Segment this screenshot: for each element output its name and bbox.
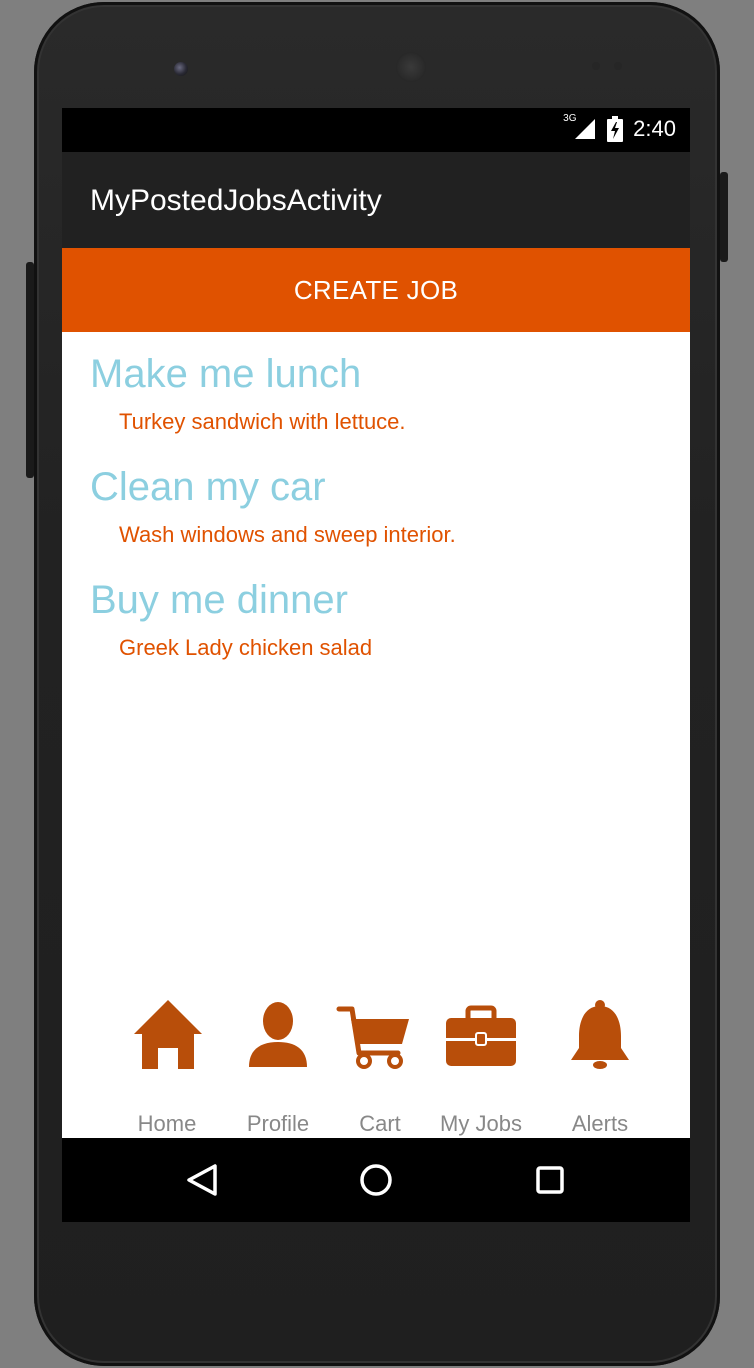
cart-icon <box>325 996 435 1086</box>
recents-icon[interactable] <box>530 1160 570 1200</box>
volume-button <box>26 262 34 478</box>
nav-label-alerts: Alerts <box>571 1111 629 1136</box>
job-description: Wash windows and sweep interior. <box>119 522 456 547</box>
signal-icon: 3G <box>563 113 597 141</box>
job-title: Make me lunch <box>90 352 362 396</box>
nav-item-alerts[interactable]: Alerts <box>545 996 655 1138</box>
job-item[interactable]: Clean my car Wash windows and sweep inte… <box>62 465 690 578</box>
light-sensor <box>614 62 622 70</box>
nav-label-cart: Cart <box>359 1111 401 1136</box>
job-item[interactable]: Make me lunch Turkey sandwich with lettu… <box>62 352 690 465</box>
nav-item-cart[interactable]: Cart <box>325 996 435 1138</box>
job-list: Make me lunch Turkey sandwich with lettu… <box>62 352 690 691</box>
nav-label-my-jobs: My Jobs <box>440 1111 522 1136</box>
home-icon <box>112 996 222 1086</box>
screen: 3G 2:40 MyPostedJobsActivity CREATE JOB … <box>62 108 690 1222</box>
briefcase-icon <box>426 996 536 1086</box>
nav-item-my-jobs[interactable]: My Jobs <box>426 996 536 1138</box>
create-job-button[interactable]: CREATE JOB <box>62 248 690 332</box>
job-description: Greek Lady chicken salad <box>119 635 373 660</box>
status-bar: 3G 2:40 <box>62 108 690 152</box>
profile-icon <box>223 996 333 1086</box>
nav-label-profile: Profile <box>246 1111 310 1136</box>
app-bar: MyPostedJobsActivity <box>62 152 690 248</box>
create-job-label: CREATE JOB <box>293 274 459 305</box>
nav-item-home[interactable]: Home <box>112 996 222 1138</box>
nav-item-profile[interactable]: Profile <box>223 996 333 1138</box>
page-title: MyPostedJobsActivity <box>90 184 382 217</box>
status-time: 2:40 <box>633 116 676 141</box>
bell-icon <box>545 996 655 1086</box>
back-icon[interactable] <box>182 1160 222 1200</box>
job-title: Buy me dinner <box>90 578 348 622</box>
nav-label-home: Home <box>137 1111 197 1136</box>
earpiece-speaker <box>396 52 426 82</box>
job-item[interactable]: Buy me dinner Greek Lady chicken salad <box>62 578 690 691</box>
battery-icon <box>607 116 624 142</box>
job-description: Turkey sandwich with lettuce. <box>119 409 406 434</box>
proximity-sensor <box>592 62 600 70</box>
job-title: Clean my car <box>90 465 326 509</box>
bottom-nav: Home Profile Cart My Jobs Alerts <box>62 996 690 1138</box>
system-nav-bar <box>62 1138 690 1222</box>
front-camera <box>174 62 188 76</box>
home-circle-icon[interactable] <box>356 1160 396 1200</box>
power-button <box>720 172 728 262</box>
